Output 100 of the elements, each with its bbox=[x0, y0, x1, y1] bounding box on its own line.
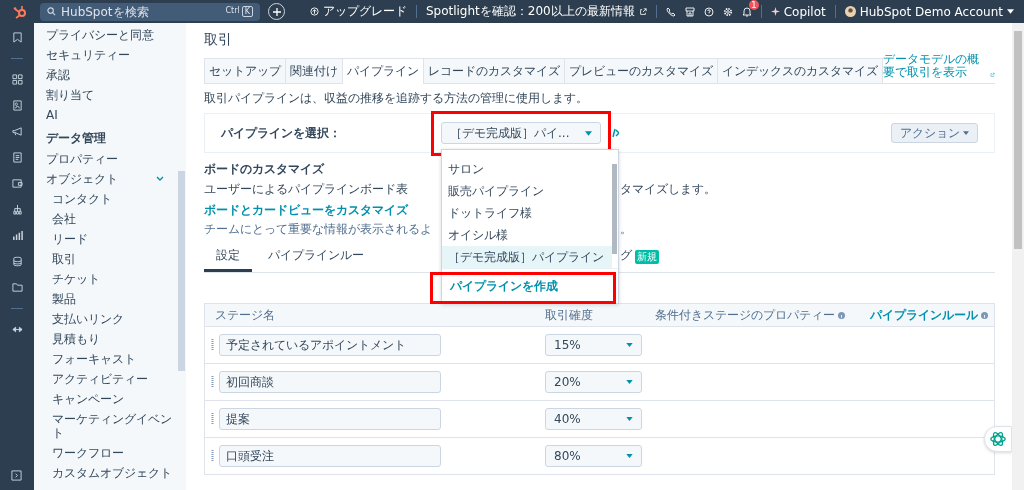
db-icon[interactable] bbox=[11, 256, 23, 267]
stage-name-field[interactable]: 提案 bbox=[219, 408, 441, 430]
spotlight-link[interactable]: Spotlightを確認：200以上の最新情報 bbox=[425, 3, 647, 20]
shortcut-key: K bbox=[241, 5, 253, 17]
description: 取引パイプラインは、収益の推移を追跡する方法の管理に使用します。 bbox=[204, 90, 589, 107]
chevron-icon[interactable] bbox=[156, 176, 164, 182]
info-icon[interactable] bbox=[981, 311, 988, 319]
contact-icon[interactable] bbox=[11, 100, 23, 111]
dropdown-option[interactable]: ドットライフ様 bbox=[442, 202, 612, 224]
tab[interactable]: 設定 bbox=[204, 242, 252, 272]
sidebar-item[interactable]: キャンペーン bbox=[46, 389, 178, 409]
tab[interactable]: インデックスのカスタマイズ bbox=[717, 58, 883, 83]
caret-icon bbox=[626, 454, 633, 458]
pipeline-dropdown[interactable]: ［デモ完成版］パイ... bbox=[441, 122, 601, 144]
sidebar-item[interactable]: 会社 bbox=[46, 209, 178, 229]
help-icon[interactable] bbox=[703, 6, 714, 17]
megaphone-icon[interactable] bbox=[11, 126, 23, 137]
probability-dropdown[interactable]: 40% bbox=[545, 408, 642, 430]
sidebar-item[interactable]: チケット bbox=[46, 269, 178, 289]
tab[interactable]: グ bbox=[620, 242, 632, 272]
drag-handle-icon[interactable] bbox=[211, 339, 214, 351]
scrollbar-thumb[interactable] bbox=[612, 164, 617, 254]
upgrade-link[interactable]: アップグレード bbox=[309, 3, 407, 20]
hint-text: チームにとって重要な情報が表示されるよ bbox=[204, 221, 432, 238]
dropdown-option[interactable]: サロン bbox=[442, 158, 612, 180]
store-icon[interactable] bbox=[684, 6, 695, 17]
data-model-link[interactable]: データモデルの概要で取引を表示 bbox=[883, 53, 995, 83]
stage-name-field[interactable]: 初回商談 bbox=[219, 371, 441, 393]
sidebar-item[interactable]: プライバシーと同意 bbox=[46, 25, 178, 45]
probability-dropdown[interactable]: 80% bbox=[545, 445, 642, 467]
tab[interactable]: セットアップ bbox=[204, 58, 286, 83]
drag-handle-icon[interactable] bbox=[211, 413, 214, 425]
sidebar-item[interactable]: 見積もり bbox=[46, 329, 178, 349]
tab[interactable]: 関連付け bbox=[285, 58, 343, 83]
arrow-up-icon bbox=[309, 7, 319, 16]
sidebar-item[interactable]: フォーキャスト bbox=[46, 349, 178, 369]
dropdown-option[interactable]: ［デモ完成版］パイプライン bbox=[442, 246, 612, 268]
sidebar-item[interactable]: コンタクト bbox=[46, 189, 178, 209]
notification-count: 1 bbox=[748, 0, 759, 10]
probability-dropdown[interactable]: 20% bbox=[545, 371, 642, 393]
dropdown-option[interactable]: オイシル様 bbox=[442, 224, 612, 246]
scrollbar-thumb[interactable] bbox=[178, 171, 185, 371]
grid-icon[interactable] bbox=[11, 74, 23, 85]
sidebar-item[interactable]: 承認 bbox=[46, 65, 178, 85]
create-pipeline-link[interactable]: パイプラインを作成 bbox=[450, 277, 558, 295]
section-heading: ボードのカスタマイズ bbox=[204, 161, 324, 178]
notifications-icon[interactable] bbox=[741, 6, 752, 17]
tab[interactable]: レコードのカスタマイズ bbox=[423, 58, 565, 83]
sidebar-item[interactable]: 取引 bbox=[46, 249, 178, 269]
actions-button[interactable]: アクション bbox=[891, 123, 978, 143]
sidebar-item[interactable]: ワークフロー bbox=[46, 443, 178, 463]
chart-icon[interactable] bbox=[11, 230, 23, 241]
probability-dropdown[interactable]: 15% bbox=[545, 334, 642, 356]
column-header: ステージ名 bbox=[215, 306, 276, 324]
info-icon[interactable] bbox=[838, 311, 845, 319]
external-link-icon bbox=[638, 7, 647, 16]
dropdown-option[interactable]: 販売パイプライン bbox=[442, 180, 612, 202]
search-icon bbox=[47, 6, 56, 16]
tree-icon[interactable] bbox=[11, 204, 23, 215]
sidebar-item[interactable]: オブジェクト bbox=[46, 169, 178, 189]
sidebar-item[interactable]: AI bbox=[46, 105, 178, 125]
bookmark-icon[interactable] bbox=[11, 32, 23, 43]
tab[interactable]: プレビューのカスタマイズ bbox=[564, 58, 718, 83]
expand-icon[interactable] bbox=[11, 470, 22, 481]
sidebar-item[interactable]: カスタムオブジェクト bbox=[46, 463, 178, 483]
sidebar-item[interactable]: 割り当て bbox=[46, 85, 178, 105]
phone-icon[interactable] bbox=[665, 6, 676, 17]
wallet-icon[interactable] bbox=[11, 178, 23, 189]
external-link-icon bbox=[990, 71, 995, 79]
sidebar-item[interactable]: セキュリティー bbox=[46, 45, 178, 65]
account-menu[interactable]: HubSpot Demo Account bbox=[844, 4, 1014, 19]
tab[interactable]: パイプライン bbox=[342, 58, 424, 84]
caret-icon bbox=[585, 130, 592, 136]
pipeline-label: パイプラインを選択： bbox=[221, 124, 342, 142]
sidebar-item[interactable]: マーケティングイベント bbox=[46, 409, 178, 443]
folder-icon[interactable] bbox=[11, 282, 23, 293]
sprocket-logo[interactable] bbox=[12, 3, 28, 20]
sparkle-icon bbox=[770, 7, 780, 16]
customize-link[interactable]: ボードとカードビューをカスタマイズ bbox=[204, 202, 408, 219]
stage-name-field[interactable]: 予定されているアポイントメント bbox=[219, 334, 441, 356]
tab[interactable]: パイプラインルー bbox=[256, 242, 376, 272]
settings-icon[interactable] bbox=[722, 6, 733, 17]
description: タマイズします。 bbox=[620, 181, 716, 198]
description: ユーザーによるパイプラインボード表 bbox=[204, 181, 408, 198]
arrows-icon[interactable] bbox=[11, 324, 23, 335]
sidebar-item[interactable]: 製品 bbox=[46, 289, 178, 309]
column-header-link[interactable]: パイプラインルール bbox=[870, 306, 978, 324]
sidebar-item[interactable]: リード bbox=[46, 229, 178, 249]
atom-icon bbox=[989, 430, 1007, 448]
drag-handle-icon[interactable] bbox=[211, 450, 214, 462]
doc-icon[interactable] bbox=[11, 152, 23, 163]
column-header: 条件付きステージのプロパティー bbox=[655, 306, 835, 324]
sidebar-item[interactable]: アクティビティー bbox=[46, 369, 178, 389]
sidebar-item[interactable]: プロパティー bbox=[46, 149, 178, 169]
assistant-button[interactable] bbox=[984, 426, 1012, 452]
scrollbar-thumb[interactable] bbox=[1014, 31, 1022, 249]
drag-handle-icon[interactable] bbox=[211, 376, 214, 388]
stage-name-field[interactable]: 口頭受注 bbox=[219, 445, 441, 467]
sidebar-item[interactable]: 支払いリンク bbox=[46, 309, 178, 329]
copilot-button[interactable]: Copilot bbox=[770, 4, 826, 19]
